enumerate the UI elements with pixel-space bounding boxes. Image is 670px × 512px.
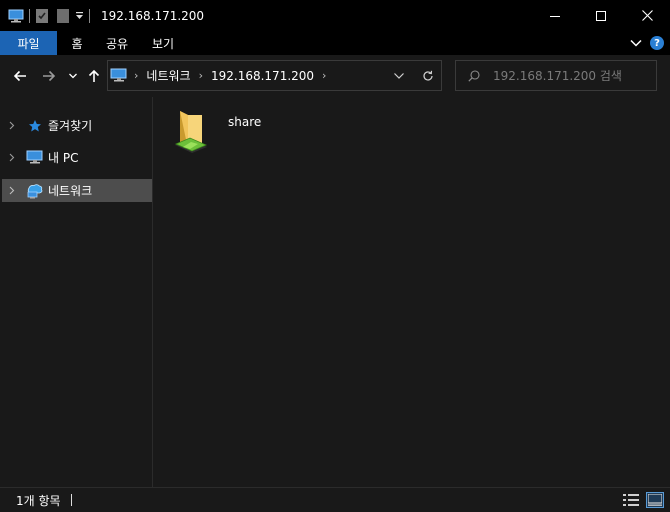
- pc-icon[interactable]: [8, 0, 24, 31]
- expand-chevron-icon[interactable]: [4, 186, 20, 195]
- tab-file[interactable]: 파일: [0, 31, 57, 55]
- back-button[interactable]: [10, 65, 30, 87]
- maximize-icon: [596, 10, 606, 21]
- recent-locations-button[interactable]: [66, 65, 80, 87]
- breadcrumb-host[interactable]: 192.168.171.200: [211, 69, 314, 83]
- breadcrumb-network[interactable]: 네트워크: [146, 67, 190, 84]
- details-view-icon[interactable]: [622, 492, 640, 508]
- window-title: 192.168.171.200: [101, 8, 205, 23]
- sidebar-item-label: 내 PC: [48, 151, 79, 165]
- up-button[interactable]: [84, 65, 104, 87]
- sidebar-item-network[interactable]: 네트워크: [2, 179, 152, 202]
- forward-arrow-icon: [43, 70, 56, 82]
- chevron-down-icon: [69, 73, 77, 79]
- network-icon: [25, 183, 45, 199]
- file-list: share: [154, 97, 670, 487]
- pc-icon: [25, 150, 45, 166]
- properties-icon[interactable]: [35, 0, 49, 31]
- toolbar-divider: [89, 8, 90, 23]
- list-item[interactable]: share: [172, 105, 261, 155]
- expand-chevron-icon[interactable]: [4, 121, 20, 130]
- close-button[interactable]: [624, 0, 670, 31]
- customize-toolbar-icon[interactable]: [75, 0, 84, 31]
- new-folder-icon[interactable]: [57, 0, 69, 31]
- search-icon: [468, 69, 480, 82]
- forward-button[interactable]: [39, 65, 59, 87]
- sidebar-item-label: 네트워크: [48, 184, 93, 198]
- status-bar: 1개 항목: [0, 487, 670, 512]
- item-name: share: [228, 115, 262, 129]
- maximize-button[interactable]: [578, 0, 624, 31]
- large-icons-view-icon[interactable]: [646, 492, 664, 508]
- network-location-icon: [110, 68, 128, 83]
- status-divider: [70, 494, 72, 506]
- breadcrumb: › 네트워크 › 192.168.171.200 ›: [108, 61, 334, 90]
- minimize-icon: [550, 15, 560, 17]
- close-icon: [641, 10, 653, 21]
- window-controls: [532, 0, 670, 31]
- expand-ribbon-chevron-icon[interactable]: [630, 39, 642, 47]
- sidebar-item-this-pc[interactable]: 내 PC: [2, 146, 152, 169]
- tab-home[interactable]: 홈: [57, 31, 97, 55]
- sidebar-item-quick-access[interactable]: 즐겨찾기: [2, 114, 152, 137]
- quick-access-toolbar: [0, 0, 95, 31]
- up-arrow-icon: [88, 69, 100, 82]
- minimize-button[interactable]: [532, 0, 578, 31]
- item-count: 1개 항목: [16, 493, 61, 508]
- refresh-icon: [423, 70, 433, 81]
- refresh-button[interactable]: [417, 63, 439, 88]
- shared-folder-icon: [172, 105, 210, 155]
- sidebar-item-label: 즐겨찾기: [48, 119, 93, 133]
- toolbar-divider: [29, 8, 30, 23]
- breadcrumb-separator-icon[interactable]: ›: [199, 69, 203, 82]
- ribbon-right-controls: ?: [630, 31, 664, 55]
- star-icon: [25, 118, 45, 134]
- title-bar: 192.168.171.200: [0, 0, 670, 31]
- help-icon[interactable]: ?: [650, 36, 664, 50]
- address-history-button[interactable]: [389, 63, 409, 88]
- view-toggle: [622, 492, 664, 508]
- ribbon-tabs: 파일 홈 공유 보기 ?: [0, 31, 670, 55]
- tab-share[interactable]: 공유: [97, 31, 137, 55]
- expand-chevron-icon[interactable]: [4, 153, 20, 162]
- search-box[interactable]: 192.168.171.200 검색: [455, 60, 657, 91]
- breadcrumb-separator-icon[interactable]: ›: [134, 69, 138, 82]
- tab-view[interactable]: 보기: [137, 31, 189, 55]
- navigation-pane: 즐겨찾기 내 PC 네트워크: [0, 97, 153, 487]
- back-arrow-icon: [13, 70, 26, 82]
- chevron-down-icon: [394, 72, 404, 79]
- search-input[interactable]: 192.168.171.200 검색: [493, 67, 622, 84]
- breadcrumb-separator-icon[interactable]: ›: [322, 69, 326, 82]
